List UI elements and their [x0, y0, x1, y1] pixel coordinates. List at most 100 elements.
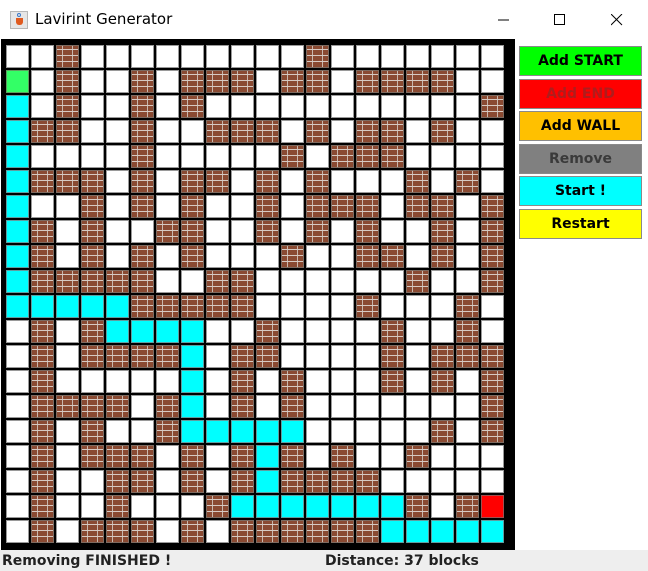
maze-cell-empty[interactable] — [281, 170, 304, 193]
maze-cell-wall[interactable] — [406, 445, 429, 468]
maze-cell-wall[interactable] — [306, 170, 329, 193]
maze-cell-empty[interactable] — [181, 120, 204, 143]
maze-cell-empty[interactable] — [56, 420, 79, 443]
maze-cell-empty[interactable] — [306, 395, 329, 418]
maze-cell-end[interactable] — [481, 495, 504, 518]
maze-cell-empty[interactable] — [431, 470, 454, 493]
maze-cell-wall[interactable] — [31, 520, 54, 543]
maze-cell-wall[interactable] — [431, 345, 454, 368]
maze-cell-path[interactable] — [56, 295, 79, 318]
maze-cell-path[interactable] — [156, 320, 179, 343]
maze-cell-wall[interactable] — [106, 495, 129, 518]
maze-cell-wall[interactable] — [81, 245, 104, 268]
maze-cell-empty[interactable] — [156, 45, 179, 68]
maze-cell-empty[interactable] — [456, 445, 479, 468]
maze-cell-empty[interactable] — [331, 120, 354, 143]
maze-cell-wall[interactable] — [106, 470, 129, 493]
maze-cell-wall[interactable] — [181, 520, 204, 543]
maze-cell-empty[interactable] — [256, 45, 279, 68]
maze-cell-empty[interactable] — [131, 370, 154, 393]
maze-cell-wall[interactable] — [31, 345, 54, 368]
maze-cell-wall[interactable] — [131, 520, 154, 543]
maze-cell-empty[interactable] — [31, 70, 54, 93]
maze-cell-wall[interactable] — [481, 95, 504, 118]
maze-cell-empty[interactable] — [331, 45, 354, 68]
maze-cell-empty[interactable] — [306, 245, 329, 268]
maze-cell-wall[interactable] — [181, 195, 204, 218]
remove-button[interactable]: Remove — [519, 144, 642, 174]
maze-cell-empty[interactable] — [381, 395, 404, 418]
maze-cell-empty[interactable] — [331, 320, 354, 343]
maze-cell-wall[interactable] — [156, 420, 179, 443]
maze-cell-empty[interactable] — [206, 195, 229, 218]
maze-cell-empty[interactable] — [156, 245, 179, 268]
maze-cell-empty[interactable] — [156, 170, 179, 193]
maze-cell-path[interactable] — [456, 520, 479, 543]
maze-cell-wall[interactable] — [431, 245, 454, 268]
maze-cell-empty[interactable] — [281, 95, 304, 118]
maze-cell-wall[interactable] — [31, 245, 54, 268]
maze-cell-wall[interactable] — [231, 270, 254, 293]
maze-cell-empty[interactable] — [456, 195, 479, 218]
maze-cell-wall[interactable] — [206, 70, 229, 93]
maze-cell-empty[interactable] — [131, 220, 154, 243]
maze-cell-empty[interactable] — [331, 395, 354, 418]
maze-cell-wall[interactable] — [81, 345, 104, 368]
maze-cell-empty[interactable] — [231, 195, 254, 218]
maze-cell-wall[interactable] — [456, 495, 479, 518]
maze-cell-empty[interactable] — [106, 370, 129, 393]
maze-cell-wall[interactable] — [281, 70, 304, 93]
maze-cell-empty[interactable] — [56, 345, 79, 368]
maze-cell-wall[interactable] — [306, 120, 329, 143]
maze-cell-wall[interactable] — [81, 195, 104, 218]
maze-cell-wall[interactable] — [56, 95, 79, 118]
maze-cell-empty[interactable] — [381, 295, 404, 318]
maze-cell-path[interactable] — [6, 245, 29, 268]
maze-cell-wall[interactable] — [156, 345, 179, 368]
maze-cell-empty[interactable] — [156, 495, 179, 518]
maze-cell-wall[interactable] — [81, 445, 104, 468]
maze-cell-empty[interactable] — [206, 320, 229, 343]
maze-cell-empty[interactable] — [106, 95, 129, 118]
maze-cell-empty[interactable] — [256, 370, 279, 393]
maze-cell-empty[interactable] — [81, 120, 104, 143]
maze-cell-wall[interactable] — [131, 270, 154, 293]
maze-cell-empty[interactable] — [456, 420, 479, 443]
maze-cell-empty[interactable] — [106, 195, 129, 218]
maze-cell-empty[interactable] — [331, 220, 354, 243]
maze-cell-empty[interactable] — [106, 45, 129, 68]
maze-cell-wall[interactable] — [56, 70, 79, 93]
maze-cell-wall[interactable] — [181, 295, 204, 318]
maze-cell-path[interactable] — [381, 520, 404, 543]
maze-cell-empty[interactable] — [306, 95, 329, 118]
maze-cell-empty[interactable] — [231, 95, 254, 118]
maze-cell-wall[interactable] — [381, 345, 404, 368]
maze-cell-wall[interactable] — [431, 195, 454, 218]
maze-cell-wall[interactable] — [256, 120, 279, 143]
maze-cell-wall[interactable] — [181, 170, 204, 193]
maze-cell-empty[interactable] — [331, 295, 354, 318]
maze-cell-wall[interactable] — [356, 470, 379, 493]
maze-cell-path[interactable] — [281, 420, 304, 443]
maze-cell-wall[interactable] — [106, 520, 129, 543]
maze-cell-wall[interactable] — [281, 470, 304, 493]
maze-cell-empty[interactable] — [456, 370, 479, 393]
maze-cell-empty[interactable] — [156, 70, 179, 93]
maze-cell-wall[interactable] — [81, 220, 104, 243]
maze-cell-empty[interactable] — [206, 370, 229, 393]
maze-cell-empty[interactable] — [331, 95, 354, 118]
maze-cell-wall[interactable] — [206, 295, 229, 318]
maze-cell-wall[interactable] — [331, 470, 354, 493]
maze-cell-empty[interactable] — [356, 170, 379, 193]
maze-cell-empty[interactable] — [306, 420, 329, 443]
maze-cell-empty[interactable] — [6, 470, 29, 493]
maze-cell-empty[interactable] — [106, 120, 129, 143]
maze-cell-wall[interactable] — [406, 170, 429, 193]
maze-cell-wall[interactable] — [206, 495, 229, 518]
maze-cell-empty[interactable] — [381, 470, 404, 493]
maze-cell-empty[interactable] — [31, 195, 54, 218]
maze-cell-empty[interactable] — [206, 395, 229, 418]
maze-cell-path[interactable] — [181, 345, 204, 368]
maze-cell-wall[interactable] — [481, 195, 504, 218]
maze-cell-empty[interactable] — [331, 420, 354, 443]
